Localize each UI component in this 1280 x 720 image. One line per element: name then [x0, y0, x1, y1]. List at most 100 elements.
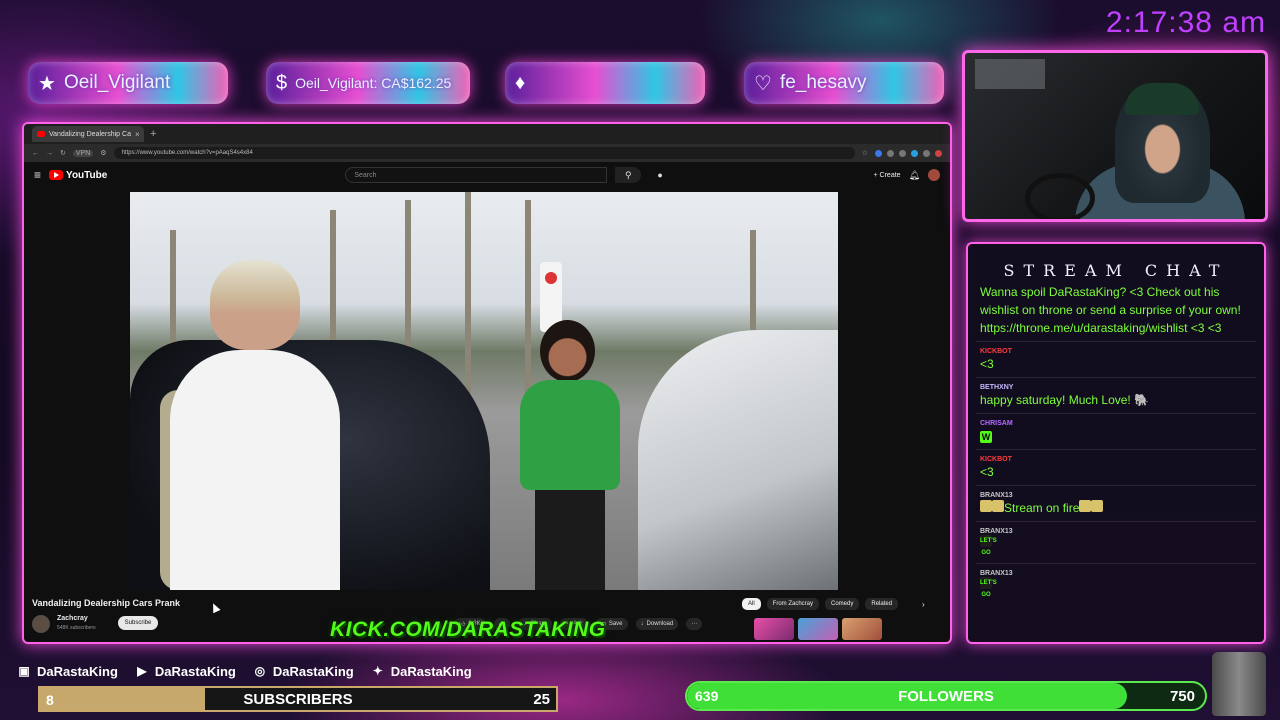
chip-comedy[interactable]: Comedy: [825, 598, 860, 610]
youtube-play-icon: [49, 170, 64, 180]
chat-message: BRANX13 LET'S GO: [968, 528, 1264, 559]
chat-message-text: Wanna spoil DaRastaKing? <3 Check out hi…: [980, 285, 1241, 335]
channel-avatar[interactable]: [32, 615, 50, 633]
stream-chat-panel: STREAM CHAT Wanna spoil DaRastaKing? <3 …: [966, 242, 1266, 644]
woman-figure: [505, 320, 635, 590]
chip-from-channel[interactable]: From Zachcray: [766, 598, 820, 610]
diamond-icon: ♦: [515, 71, 526, 94]
youtube-favicon-icon: [37, 131, 45, 137]
search-button[interactable]: ⚲: [615, 167, 642, 183]
crown-emote: [1091, 500, 1104, 512]
follower-label: FOLLOWERS: [898, 688, 994, 705]
url-field[interactable]: https://www.youtube.com/watch?v=pAaqS4s4…: [113, 147, 855, 159]
more-actions-button[interactable]: ···: [686, 618, 703, 630]
search-icon: ⚲: [625, 169, 632, 180]
chat-message: BETHXNY happy saturday! Much Love! 🐘: [968, 384, 1264, 409]
chat-username: KICKBOT: [980, 348, 1012, 355]
alert-banner-like: ♡ fe_hesavy: [744, 62, 944, 104]
video-player[interactable]: [130, 192, 838, 590]
white-car: [638, 330, 838, 590]
chat-message-body: Stream on fire: [1004, 501, 1080, 515]
chat-username: CHRISAM: [980, 420, 1013, 427]
browser-capture: Vandalizing Dealership Ca × + ← → ↻ VPN …: [22, 122, 952, 644]
reload-icon[interactable]: ↻: [60, 149, 66, 157]
chat-username: BETHXNY: [980, 384, 1014, 391]
youtube-logo[interactable]: YouTube: [49, 170, 107, 181]
settings-icon[interactable]: ⚙: [100, 149, 106, 157]
heart-icon: ♡: [754, 72, 772, 95]
close-icon[interactable]: ×: [135, 130, 140, 139]
chat-message-text: W: [980, 427, 1252, 445]
address-bar-row: ← → ↻ VPN ⚙ https://www.youtube.com/watc…: [24, 144, 950, 162]
stream-clock: 2:17:38 am: [1105, 6, 1266, 39]
social-twitch: ▣ DaRastaKing: [16, 663, 118, 679]
back-icon[interactable]: ←: [32, 150, 39, 157]
notifications-bell-icon[interactable]: 🔔︎: [909, 170, 920, 181]
youtube-icon: ▶: [137, 664, 147, 678]
extension-icon[interactable]: [899, 149, 906, 157]
subscriber-goal: 25: [533, 691, 550, 708]
social-twitter: ✦ DaRastaKing: [370, 663, 472, 679]
banner-text: fe_hesavy: [779, 72, 867, 93]
chat-message: BRANX13 Stream on fire: [968, 492, 1264, 517]
chat-message-text: LET'S GO: [980, 535, 1252, 559]
social-instagram: ◎ DaRastaKing: [252, 663, 354, 679]
extension-icon[interactable]: [911, 149, 918, 157]
chat-username: BRANX13: [980, 492, 1013, 499]
chip-all[interactable]: All: [742, 598, 761, 610]
browser-tab[interactable]: Vandalizing Dealership Ca ×: [32, 126, 144, 142]
profile-icon[interactable]: [935, 149, 942, 157]
lets-go-emote: LET'S GO: [980, 577, 997, 598]
forward-icon[interactable]: →: [46, 150, 53, 157]
youtube-logo-text: YouTube: [66, 169, 108, 181]
social-handle: DaRastaKing: [390, 663, 472, 679]
download-button[interactable]: ↓ Download: [635, 618, 679, 630]
alert-banner-follow: ★ Oeil_Vigilant: [28, 62, 228, 104]
follower-goal: 750: [1169, 688, 1195, 705]
crown-emote: [980, 500, 992, 512]
chat-message: BRANX13 LET'S GO: [968, 570, 1264, 601]
social-handle: DaRastaKing: [154, 663, 236, 679]
subscribe-button[interactable]: Subscribe: [118, 616, 158, 630]
mic-icon[interactable]: ●: [657, 170, 662, 180]
video-thumbnail[interactable]: [842, 618, 882, 640]
lets-go-emote: LET'S GO: [980, 535, 997, 556]
chat-message: KICKBOT <3: [968, 456, 1264, 481]
chat-message-text: happy saturday! Much Love! 🐘: [980, 393, 1150, 407]
search-input[interactable]: Search: [345, 167, 608, 183]
banner-text: Oeil_Vigilant: [63, 72, 171, 93]
chat-message-text: Stream on fire: [980, 499, 1252, 517]
vpn-badge[interactable]: VPN: [72, 149, 94, 157]
bookmark-star-icon[interactable]: ☆: [862, 149, 868, 157]
steering-wheel: [1025, 173, 1095, 219]
youtube-header: ≡ YouTube Search ⚲ ● + Create 🔔︎: [24, 162, 950, 188]
video-thumbnail[interactable]: [754, 618, 794, 640]
tab-title: Vandalizing Dealership Ca: [49, 130, 131, 138]
instagram-icon: ◎: [254, 664, 266, 678]
chevron-right-icon[interactable]: ›: [922, 600, 925, 609]
menu-icon[interactable]: ≡: [34, 168, 41, 182]
extension-icon[interactable]: [923, 149, 930, 157]
chat-title: STREAM CHAT: [1003, 261, 1229, 280]
social-youtube: ▶ DaRastaKing: [134, 663, 236, 679]
chat-message: Wanna spoil DaRastaKing? <3 Check out hi…: [968, 283, 1264, 337]
chip-related[interactable]: Related: [865, 598, 899, 610]
video-thumbnail[interactable]: [798, 618, 838, 640]
extension-icon[interactable]: [887, 149, 894, 157]
create-button[interactable]: + Create: [874, 172, 901, 179]
channel-name[interactable]: Zachcray: [57, 615, 88, 622]
avatar[interactable]: [928, 169, 940, 181]
social-handle: DaRastaKing: [37, 663, 118, 679]
chat-username: BRANX13: [980, 528, 1013, 535]
chat-message-text: LET'S GO: [980, 577, 1252, 601]
crown-emote: [992, 500, 1004, 512]
chat-username: KICKBOT: [980, 456, 1012, 463]
extension-icon[interactable]: [875, 149, 882, 157]
social-handle: DaRastaKing: [272, 663, 354, 679]
download-icon: ↓: [640, 621, 644, 627]
recommendation-thumbnails: [754, 618, 882, 640]
chat-message-text: <3: [980, 357, 994, 371]
download-label: Download: [646, 621, 674, 627]
new-tab-button[interactable]: +: [150, 128, 156, 140]
video-title: Vandalizing Dealership Cars Prank: [32, 598, 181, 608]
